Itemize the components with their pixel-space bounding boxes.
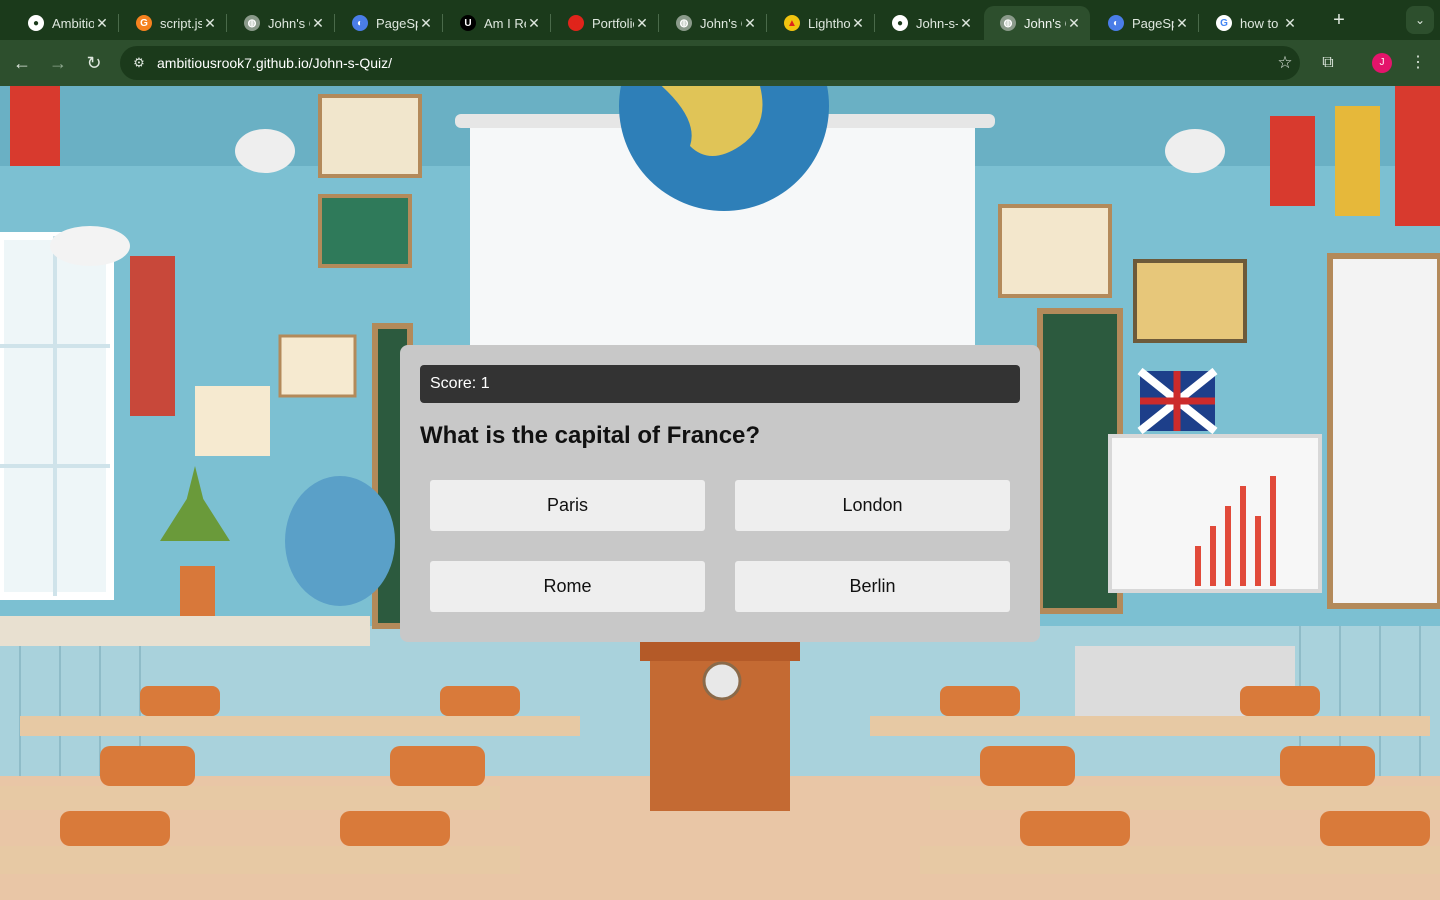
note-poster xyxy=(195,386,270,456)
score-display: Score: 1 xyxy=(420,365,1020,403)
globe-icon: ◍ xyxy=(1000,15,1016,31)
extensions-icon[interactable]: ⧉ xyxy=(1314,49,1342,77)
profile-avatar[interactable]: J xyxy=(1372,53,1392,73)
opera-icon: ○ xyxy=(568,15,584,31)
wall-lamp xyxy=(50,226,130,266)
browser-tab[interactable]: ◍ John's Quiz✕ xyxy=(660,6,766,40)
answer-button-rome[interactable]: Rome xyxy=(430,561,705,612)
tab-strip: ●Ambitiousrook7✕Gscript.js✕◍John's Quiz✕… xyxy=(0,0,1440,40)
framed-chalkboard xyxy=(318,194,412,268)
desk-globe xyxy=(285,476,395,606)
lighthouse-icon: ▲ xyxy=(784,15,800,31)
browser-tab[interactable]: ○ Portfolio✕ xyxy=(552,6,658,40)
tab-separator xyxy=(874,14,875,32)
tab-title: script.js xyxy=(160,15,202,31)
google-icon: G xyxy=(1216,15,1232,31)
browser-tab[interactable]: Ghow to ✕ xyxy=(1200,6,1306,40)
podium-top xyxy=(640,641,800,661)
quiz-card: Score: 1 What is the capital of France? … xyxy=(400,345,1040,642)
pagespeed-icon: ◐ xyxy=(1108,15,1124,31)
tab-close-icon[interactable]: ✕ xyxy=(202,15,218,31)
plant-pot xyxy=(180,566,215,616)
frame-poster-2 xyxy=(278,334,357,398)
browser-tab[interactable]: Gscript.js ✕ xyxy=(120,6,226,40)
reload-button[interactable]: ↻ xyxy=(80,49,108,77)
tab-title: Ambitiousrook7 xyxy=(52,15,94,31)
podium-clock xyxy=(702,661,742,701)
answer-button-paris[interactable]: Paris xyxy=(430,480,705,531)
browser-tab[interactable]: ◐ PageSpeed✕ xyxy=(336,6,442,40)
tab-separator xyxy=(658,14,659,32)
tab-separator xyxy=(766,14,767,32)
flag-red-right xyxy=(1270,116,1315,206)
world-map-poster xyxy=(1133,259,1247,343)
forward-button[interactable]: → xyxy=(44,49,72,77)
tab-title: Am I Responsive xyxy=(484,15,526,31)
calendar-board xyxy=(1327,253,1440,609)
tab-close-icon[interactable]: ✕ xyxy=(418,15,434,31)
answer-button-london[interactable]: London xyxy=(735,480,1010,531)
globe-icon: ◍ xyxy=(676,15,692,31)
tab-title: Lighthouse xyxy=(808,15,850,31)
github-icon: ● xyxy=(892,15,908,31)
tab-close-icon[interactable]: ✕ xyxy=(850,15,866,31)
tab-title: how to xyxy=(1240,15,1279,31)
browser-tab[interactable]: ● Ambitiousrook7✕ xyxy=(12,6,118,40)
browser-tab[interactable]: ● John-s-Quiz✕ xyxy=(876,6,982,40)
side-counter xyxy=(0,616,370,646)
poster-red xyxy=(10,86,60,166)
address-bar[interactable]: ⚙ ambitiousrook7.github.io/John-s-Quiz/ … xyxy=(120,46,1300,80)
ceiling-lamp-left xyxy=(235,129,295,173)
browser-tab[interactable]: ◐ PageSpeed✕ xyxy=(1092,6,1198,40)
browser-toolbar: ← → ↻ ⚙ ambitiousrook7.github.io/John-s-… xyxy=(0,40,1440,86)
question-text: What is the capital of France? xyxy=(420,422,761,449)
ceiling-lamp-right xyxy=(1165,129,1225,173)
tab-title: PageSpeed xyxy=(376,15,418,31)
site-info-icon[interactable]: ⚙ xyxy=(130,55,148,71)
tab-close-icon[interactable]: ✕ xyxy=(310,15,326,31)
framed-poster xyxy=(318,94,422,178)
tab-title: John's Quiz xyxy=(268,15,310,31)
browser-menu-icon[interactable]: ⋮ xyxy=(1404,49,1432,77)
tab-title: Portfolio xyxy=(592,15,634,31)
url-text[interactable]: ambitiousrook7.github.io/John-s-Quiz/ xyxy=(157,55,1270,71)
bookmark-star-icon[interactable]: ☆ xyxy=(1270,53,1300,73)
tab-title: John's Quiz xyxy=(700,15,742,31)
globe-icon: ◍ xyxy=(244,15,260,31)
new-tab-button[interactable]: + xyxy=(1326,8,1352,34)
tab-close-icon[interactable]: ✕ xyxy=(742,15,758,31)
github-icon: ● xyxy=(28,15,44,31)
tab-close-icon[interactable]: ✕ xyxy=(958,15,974,31)
tab-close-icon[interactable]: ✕ xyxy=(1174,15,1190,31)
back-button[interactable]: ← xyxy=(8,49,36,77)
browser-tab[interactable]: ◍ John's Quiz✕ xyxy=(228,6,334,40)
gitbook-icon: G xyxy=(136,15,152,31)
tab-close-icon[interactable]: ✕ xyxy=(1066,15,1082,31)
flag-red-far xyxy=(1395,86,1440,226)
tab-close-icon[interactable]: ✕ xyxy=(94,15,110,31)
tab-title: John's Quiz xyxy=(1024,15,1066,31)
flag-uk-left xyxy=(130,256,175,416)
pagespeed-icon: ◐ xyxy=(352,15,368,31)
browser-tab[interactable]: U Am I Responsive✕ xyxy=(444,6,550,40)
tab-separator xyxy=(1198,14,1199,32)
book-poster xyxy=(998,204,1112,298)
tab-close-icon[interactable]: ✕ xyxy=(634,15,650,31)
ui-icon: U xyxy=(460,15,476,31)
tab-close-icon[interactable]: ✕ xyxy=(526,15,542,31)
tab-separator xyxy=(442,14,443,32)
tab-separator xyxy=(550,14,551,32)
tab-close-icon[interactable]: ✕ xyxy=(1282,15,1298,31)
tab-title: John-s-Quiz xyxy=(916,15,958,31)
tab-separator xyxy=(334,14,335,32)
tab-separator xyxy=(118,14,119,32)
page-viewport: Score: 1 What is the capital of France? … xyxy=(0,86,1440,900)
tab-separator xyxy=(226,14,227,32)
answer-button-berlin[interactable]: Berlin xyxy=(735,561,1010,612)
flag-yellow-right xyxy=(1335,106,1380,216)
browser-tab[interactable]: ▲ Lighthouse✕ xyxy=(768,6,874,40)
browser-tab[interactable]: ◍ John's Quiz✕ xyxy=(984,6,1090,40)
tab-title: PageSpeed xyxy=(1132,15,1174,31)
tab-search-button[interactable]: ⌄ xyxy=(1406,6,1434,34)
